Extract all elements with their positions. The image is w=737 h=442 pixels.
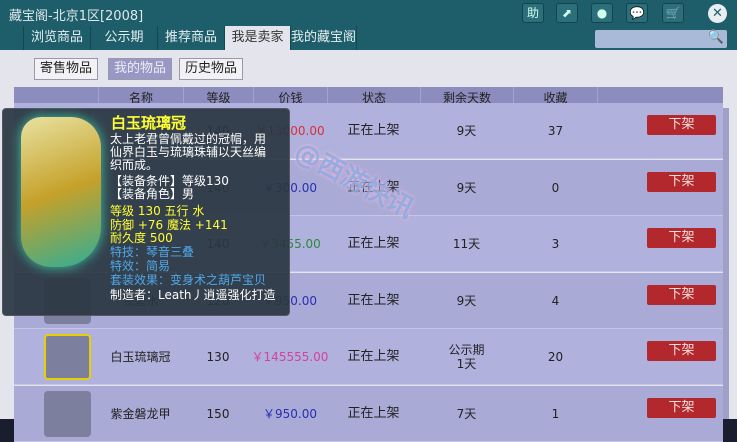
window-title: 藏宝阁-北京1区[2008] [9,9,144,24]
subtab-consign[interactable]: 寄售物品 [34,58,99,80]
delist-button[interactable]: 下架 [647,341,716,361]
delist-button[interactable]: 下架 [647,228,716,248]
item-days-left: 9天 [456,180,477,195]
item-days-left: 9天 [456,124,477,138]
tab-public[interactable]: 公示期 [90,26,157,50]
tooltip-skill: 特技：琴音三叠 [110,245,195,259]
tab-recommend[interactable]: 推荐商品 [157,26,224,50]
tooltip-item-name: 白玉琉璃冠 [111,114,187,132]
subtab-my-items[interactable]: 我的物品 [108,58,173,80]
item-price: ￥950.00 [263,406,317,421]
cart-button[interactable]: 🛒 [662,3,684,23]
item-favorites: 37 [547,124,564,138]
item-level: 150 [206,406,230,421]
item-favorites: 20 [547,350,564,364]
help-button[interactable]: 助 [522,3,544,23]
item-days-left: 7天 [456,406,477,421]
item-name: 紫金磐龙甲 [110,406,171,421]
scrollbar[interactable] [723,108,729,419]
table-row[interactable]: 白玉琉璃冠 130 ￥145555.00 正在上架 公示期 1天 20 下架 [14,329,723,385]
item-status: 正在上架 [347,236,400,251]
item-favorites: 3 [551,237,560,251]
item-days-left: 公示期 1天 [448,343,485,371]
record-button[interactable]: ● [591,3,613,23]
item-status: 正在上架 [347,292,400,308]
item-favorites: 0 [551,180,560,195]
tooltip-desc: 织而成。 [110,158,159,172]
treasure-window: 藏宝阁-北京1区[2008] 助 ⬈ ● 💬 🛒 ✕ 浏览商品 公示期 推荐商品… [0,0,737,442]
item-price: ￥145555.00 [251,350,329,364]
tooltip-set: 套装效果：变身术之葫芦宝贝 [110,273,267,287]
search-input[interactable]: 🔍 [595,30,727,48]
close-button[interactable]: ✕ [708,4,727,23]
chat-button[interactable]: 💬 [626,3,648,23]
subtab-history[interactable]: 历史物品 [179,58,244,80]
item-favorites: 4 [551,293,560,308]
item-icon[interactable] [44,390,91,437]
item-status: 正在上架 [347,349,400,364]
item-name: 白玉琉璃冠 [110,350,171,364]
tab-my-treasure[interactable]: 我的藏宝阁 [290,26,357,50]
tooltip-req-role: 【装备角色】男 [110,187,195,201]
search-icon[interactable]: 🔍 [708,30,724,45]
table-row[interactable]: 紫金磐龙甲 150 ￥950.00 正在上架 7天 1 下架 [14,385,723,442]
item-days-left: 11天 [452,237,481,251]
share-button[interactable]: ⬈ [556,3,578,23]
title-bar: 藏宝阁-北京1区[2008] 助 ⬈ ● 💬 🛒 ✕ [0,0,737,26]
item-favorites: 1 [551,406,560,421]
tab-seller[interactable]: 我是卖家 [224,26,290,50]
tooltip-effect: 特效：简易 [110,259,171,273]
tooltip-maker: 制造者：Leath丿逍遥强化打造 [110,288,276,302]
item-status: 正在上架 [347,405,400,421]
delist-button[interactable]: 下架 [647,171,716,192]
tooltip-stat: 耐久度 500 [110,231,173,245]
item-tooltip: 白玉琉璃冠 太上老君曾佩戴过的冠帽，用 仙界白玉与琉璃珠辅以天丝编 织而成。 【… [2,108,290,316]
tooltip-stat: 等级 130 五行 水 [110,204,205,218]
item-level: 130 [206,350,230,364]
tab-browse[interactable]: 浏览商品 [23,26,90,50]
item-days-left: 9天 [456,293,477,308]
delist-button[interactable]: 下架 [647,397,716,418]
delist-button[interactable]: 下架 [647,115,716,135]
crown-item-image [21,117,101,267]
item-icon[interactable] [44,334,91,380]
delist-button[interactable]: 下架 [647,284,716,305]
